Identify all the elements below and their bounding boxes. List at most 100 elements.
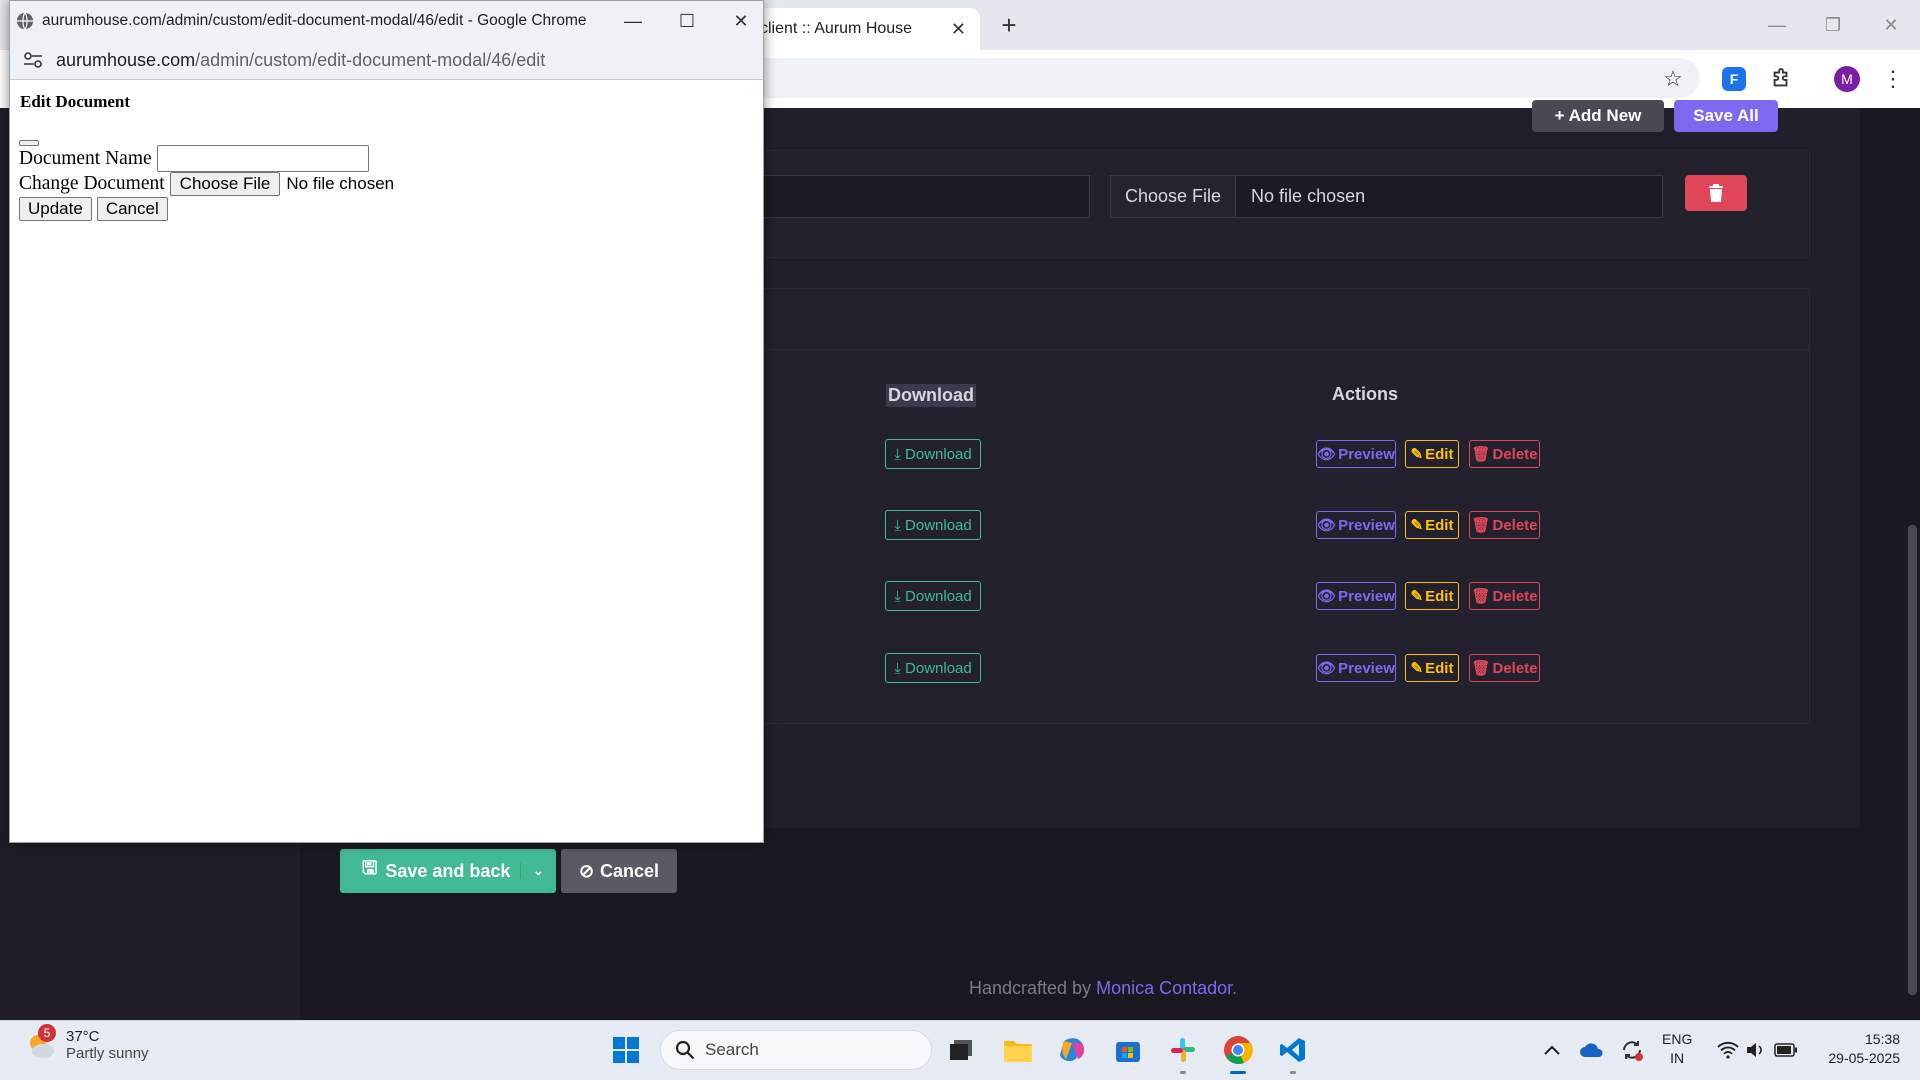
address-bar[interactable] <box>760 58 1700 98</box>
clock[interactable]: 15:38 29-05-2025 <box>1812 1030 1900 1068</box>
edit-document-heading: Edit Document <box>20 92 131 111</box>
column-header-actions: Actions <box>1332 384 1399 404</box>
trash-icon <box>1709 184 1723 202</box>
popup-title-bar: aurumhouse.com/admin/custom/edit-documen… <box>10 1 763 41</box>
extensions-puzzle-icon[interactable] <box>1766 64 1796 94</box>
tab-close-icon[interactable]: ✕ <box>951 19 966 40</box>
browser-tab-aurum-house[interactable]: client :: Aurum House ✕ <box>730 8 980 50</box>
trash-icon: 🗑 <box>1471 517 1491 534</box>
edit-icon: ✎ <box>1410 446 1424 463</box>
delete-button[interactable]: 🗑 Delete <box>1469 654 1540 682</box>
download-button[interactable]: ⤓ Download <box>885 653 981 683</box>
battery-icon[interactable] <box>1768 1032 1804 1068</box>
delete-button[interactable]: 🗑 Delete <box>1469 582 1540 610</box>
onedrive-icon[interactable] <box>1574 1032 1610 1068</box>
search-icon <box>675 1040 695 1060</box>
document-name-row: Document Name <box>19 145 369 172</box>
trash-icon: 🗑 <box>1471 660 1491 677</box>
popup-window-title: aurumhouse.com/admin/custom/edit-documen… <box>42 12 587 29</box>
profile-avatar[interactable]: M <box>1834 66 1860 92</box>
delete-row-button[interactable] <box>1685 175 1747 211</box>
eye-icon: 👁 <box>1317 588 1337 605</box>
document-name-label: Document Name <box>19 147 152 169</box>
download-button[interactable]: ⤓ Download <box>885 510 981 540</box>
copilot-icon[interactable] <box>1055 1032 1091 1068</box>
clock-date: 29-05-2025 <box>1828 1050 1900 1066</box>
ban-icon: ⊘ <box>578 860 595 881</box>
weather-temperature: 37°C <box>66 1028 100 1045</box>
url-path: /admin/custom/edit-document-modal/46/edi… <box>195 49 546 70</box>
eye-icon: 👁 <box>1317 446 1337 463</box>
document-name-input[interactable] <box>760 175 1090 218</box>
globe-icon <box>16 12 34 30</box>
sync-status-icon[interactable] <box>1614 1032 1650 1068</box>
edit-button[interactable]: ✎ Edit <box>1405 654 1459 682</box>
windows-start-icon[interactable] <box>608 1032 644 1068</box>
task-view-icon[interactable] <box>944 1032 980 1068</box>
preview-button[interactable]: 👁 Preview <box>1316 654 1396 682</box>
save-all-button[interactable]: Save All <box>1674 100 1778 132</box>
eye-icon: 👁 <box>1317 660 1337 677</box>
new-tab-button[interactable]: + <box>994 10 1024 40</box>
weather-badge: 5 <box>38 1024 56 1042</box>
weather-condition: Partly sunny <box>66 1045 149 1062</box>
update-button[interactable]: Update <box>19 197 92 221</box>
delete-button[interactable]: 🗑 Delete <box>1469 511 1540 539</box>
menu-kebab-icon[interactable]: ⋮ <box>1878 64 1908 94</box>
vscode-icon[interactable] <box>1275 1032 1311 1068</box>
trash-icon: 🗑 <box>1471 446 1491 463</box>
extension-f-icon[interactable]: F <box>1722 67 1746 91</box>
file-explorer-icon[interactable] <box>1000 1032 1036 1068</box>
chevron-down-icon[interactable]: ⌄ <box>520 863 556 879</box>
bookmark-star-icon[interactable]: ☆ <box>1658 64 1688 94</box>
minimize-icon[interactable]: — <box>610 4 656 38</box>
edit-icon: ✎ <box>1410 588 1424 605</box>
file-input[interactable]: Choose File No file chosen <box>1110 175 1663 218</box>
edit-button[interactable]: ✎ Edit <box>1405 511 1459 539</box>
clock-time: 15:38 <box>1864 1031 1900 1047</box>
preview-button[interactable]: 👁 Preview <box>1316 511 1396 539</box>
preview-button[interactable]: 👁 Preview <box>1316 440 1396 468</box>
save-icon: 🖫 <box>362 858 378 878</box>
eye-icon: 👁 <box>1317 517 1337 534</box>
choose-file-button[interactable]: Choose File <box>169 172 281 196</box>
cancel-button[interactable]: Cancel <box>96 197 168 221</box>
weather-icon: 5 <box>24 1024 58 1062</box>
download-button[interactable]: ⤓ Download <box>885 439 981 469</box>
close-icon[interactable]: ✕ <box>718 4 764 38</box>
weather-widget[interactable]: 5 37°C Partly sunny <box>24 1024 149 1062</box>
document-name-field[interactable] <box>156 145 369 172</box>
edit-button[interactable]: ✎ Edit <box>1405 440 1459 468</box>
maximize-icon[interactable]: ☐ <box>664 4 710 38</box>
vscode-running-indicator <box>1290 1071 1296 1074</box>
restore-icon[interactable]: ❐ <box>1808 8 1858 42</box>
chrome-active-indicator <box>1230 1071 1246 1074</box>
column-header-download: Download <box>886 384 976 407</box>
download-button[interactable]: ⤓ Download <box>885 581 981 611</box>
popup-url-bar[interactable]: aurumhouse.com/admin/custom/edit-documen… <box>10 41 763 80</box>
language-indicator[interactable]: ENG IN <box>1662 1030 1692 1068</box>
preview-button[interactable]: 👁 Preview <box>1316 582 1396 610</box>
site-settings-icon[interactable] <box>22 52 44 68</box>
search-placeholder: Search <box>705 1040 759 1059</box>
popup-actions: Update Cancel <box>19 197 168 221</box>
page-cancel-button[interactable]: ⊘ Cancel <box>561 849 677 893</box>
slack-running-indicator <box>1180 1071 1186 1074</box>
slack-icon[interactable] <box>1165 1032 1201 1068</box>
close-icon[interactable]: ✕ <box>1866 8 1916 42</box>
taskbar-search[interactable]: Search <box>660 1030 932 1070</box>
edit-document-popup-window: aurumhouse.com/admin/custom/edit-documen… <box>9 0 764 843</box>
delete-button[interactable]: 🗑 Delete <box>1469 440 1540 468</box>
save-and-back-button[interactable]: 🖫 Save and back ⌄ <box>340 849 556 893</box>
file-status: No file chosen <box>1251 186 1366 206</box>
chrome-icon[interactable] <box>1220 1032 1256 1068</box>
minimize-icon[interactable]: — <box>1752 8 1802 42</box>
page-scrollbar-thumb[interactable] <box>1908 525 1917 995</box>
choose-file-button[interactable]: Choose File <box>1111 176 1237 217</box>
footer-author-link[interactable]: Monica Contador <box>1096 978 1232 998</box>
add-new-button[interactable]: + Add New <box>1532 100 1664 132</box>
chevron-up-icon[interactable] <box>1534 1032 1570 1068</box>
microsoft-store-icon[interactable] <box>1110 1032 1146 1068</box>
edit-button[interactable]: ✎ Edit <box>1405 582 1459 610</box>
change-document-row: Change Document Choose File No file chos… <box>19 172 394 196</box>
